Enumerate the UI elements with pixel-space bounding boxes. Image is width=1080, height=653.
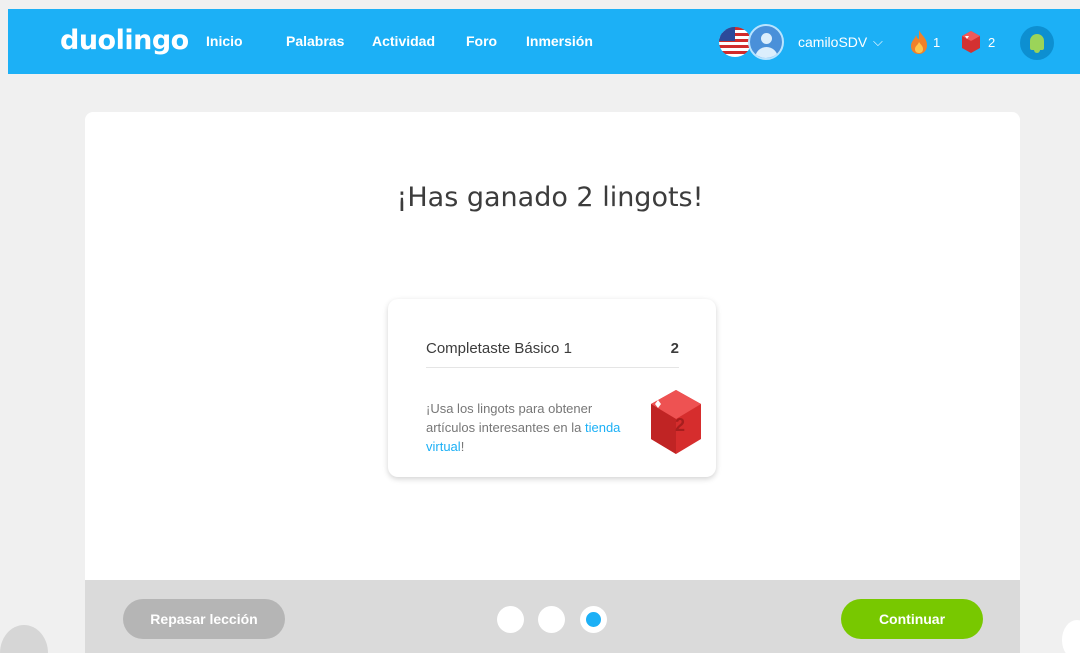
reward-card: Completaste Básico 1 2 ¡Usa los lingots … [388,299,716,477]
nav-inmersion[interactable]: Inmersión [526,33,593,49]
chevron-down-icon[interactable]: ⌵ [873,34,883,50]
reward-message-end: ! [460,439,465,454]
review-lesson-button[interactable]: Repasar lección [123,599,285,639]
lingot-icon[interactable] [961,30,981,54]
reward-label: Completaste Básico 1 [426,340,572,357]
notification-bell-icon[interactable] [1020,26,1054,60]
username[interactable]: camiloSDV [798,34,867,50]
progress-dot-3 [580,606,607,633]
gem-value: 2 [675,415,685,435]
progress-dot-1 [497,606,524,633]
nav-foro[interactable]: Foro [466,33,497,49]
topbar: duolingo Inicio Palabras Actividad Foro … [8,9,1080,74]
streak-flame-icon[interactable] [908,29,930,55]
reward-amount: 2 [670,340,679,357]
continue-button[interactable]: Continuar [841,599,983,639]
topbar-wrapper: duolingo Inicio Palabras Actividad Foro … [0,0,1080,75]
lingot-count: 2 [988,35,996,50]
reward-message: ¡Usa los lingots para obtener artículos … [426,399,626,456]
us-flag-icon[interactable] [719,27,751,57]
background-decoration [0,625,48,653]
background-decoration [1062,620,1080,653]
avatar[interactable] [748,24,784,60]
page-title: ¡Has ganado 2 lingots! [396,182,704,213]
nav-inicio[interactable]: Inicio [206,33,243,49]
progress-dot-2 [538,606,565,633]
divider [426,367,679,368]
nav-palabras[interactable]: Palabras [286,33,344,49]
nav-actividad[interactable]: Actividad [372,33,435,49]
lingot-gem-icon: 2 [651,390,701,454]
duolingo-logo[interactable]: duolingo [60,25,189,56]
reward-message-text: ¡Usa los lingots para obtener artículos … [426,401,593,435]
streak-count: 1 [933,35,941,50]
